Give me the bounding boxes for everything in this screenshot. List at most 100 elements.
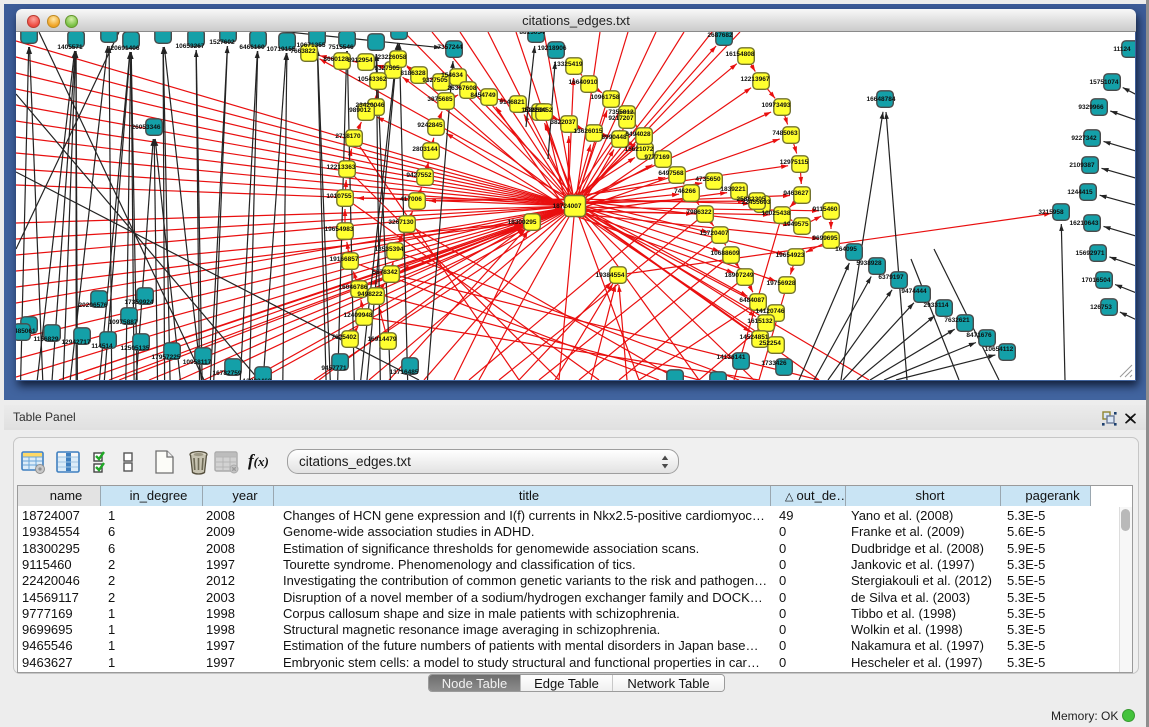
- svg-text:12942717: 12942717: [62, 339, 91, 346]
- svg-text:6497568: 6497568: [658, 170, 684, 177]
- svg-text:6466160: 6466160: [239, 44, 265, 51]
- svg-text:6379197: 6379197: [878, 274, 904, 281]
- svg-text:3267130: 3267130: [388, 219, 414, 226]
- svg-text:3875685: 3875685: [427, 96, 453, 103]
- svg-text:2933114: 2933114: [924, 302, 949, 309]
- svg-text:15751074: 15751074: [1090, 79, 1119, 86]
- svg-text:14136141: 14136141: [717, 354, 746, 361]
- svg-text:12213967: 12213967: [741, 76, 770, 83]
- svg-text:8186328: 8186328: [400, 70, 426, 77]
- svg-text:9327505: 9327505: [374, 65, 400, 72]
- svg-text:10961758: 10961758: [591, 94, 620, 101]
- svg-text:16914479: 16914479: [368, 336, 397, 343]
- svg-text:1949575: 1949575: [783, 221, 809, 228]
- svg-text:9115460: 9115460: [813, 206, 838, 213]
- svg-text:10688609: 10688609: [711, 250, 740, 257]
- svg-text:16640910: 16640910: [569, 79, 598, 86]
- svg-text:11124: 11124: [1113, 46, 1131, 53]
- svg-text:10653267: 10653267: [176, 43, 205, 50]
- svg-text:17957225: 17957225: [152, 354, 181, 361]
- svg-text:7625402: 7625402: [331, 334, 357, 341]
- svg-text:2485061: 2485061: [16, 328, 36, 335]
- svg-text:8990448: 8990448: [601, 134, 627, 141]
- svg-text:10975887: 10975887: [109, 319, 138, 326]
- svg-text:13626015: 13626015: [574, 128, 603, 135]
- svg-text:26053346: 26053346: [132, 124, 161, 131]
- svg-text:7986322: 7986322: [686, 209, 712, 216]
- svg-text:989012: 989012: [349, 107, 371, 114]
- svg-text:164095: 164095: [835, 246, 857, 253]
- svg-text:10654112: 10654112: [985, 346, 1014, 353]
- svg-text:23226058: 23226058: [378, 54, 407, 61]
- svg-text:746266: 746266: [674, 188, 696, 195]
- svg-text:8912954: 8912954: [347, 57, 373, 64]
- svg-text:20691406: 20691406: [111, 45, 140, 52]
- svg-text:12923468: 12923468: [243, 378, 272, 380]
- svg-text:8813054: 8813054: [519, 32, 545, 36]
- svg-text:26367608: 26367608: [448, 85, 477, 92]
- svg-text:12409948: 12409948: [344, 312, 373, 319]
- svg-text:13535394: 13535394: [375, 246, 404, 253]
- svg-text:126753: 126753: [1090, 304, 1112, 311]
- svg-text:9699695: 9699695: [812, 235, 838, 242]
- svg-text:2687682: 2687682: [707, 32, 733, 39]
- svg-text:252254: 252254: [759, 340, 781, 347]
- svg-text:16648784: 16648784: [867, 96, 896, 103]
- svg-text:8660128: 8660128: [323, 56, 349, 63]
- svg-text:13325419: 13325419: [554, 61, 583, 68]
- svg-text:3822037: 3822037: [550, 119, 576, 126]
- svg-text:16033809: 16033809: [381, 32, 410, 33]
- svg-text:12975115: 12975115: [780, 159, 809, 166]
- svg-text:15720407: 15720407: [700, 230, 729, 237]
- svg-text:9329966: 9329966: [1078, 104, 1104, 111]
- svg-text:9427552: 9427552: [406, 172, 432, 179]
- svg-text:4735650: 4735650: [695, 176, 721, 183]
- svg-text:9474444: 9474444: [901, 288, 927, 295]
- svg-text:19756928: 19756928: [767, 280, 796, 287]
- svg-text:13716485: 13716485: [390, 369, 419, 376]
- svg-text:16046786: 16046786: [339, 284, 368, 291]
- svg-text:1733426: 1733426: [761, 360, 787, 367]
- svg-text:16210643: 16210643: [1070, 220, 1099, 227]
- svg-text:14120746: 14120746: [756, 308, 785, 315]
- svg-text:7357244: 7357244: [437, 44, 463, 51]
- svg-text:10973493: 10973493: [762, 102, 791, 109]
- svg-text:5878342: 5878342: [372, 269, 398, 276]
- svg-text:9457771: 9457771: [321, 365, 347, 372]
- svg-text:16782759: 16782759: [213, 370, 242, 377]
- svg-text:15692971: 15692971: [1076, 250, 1105, 257]
- svg-text:8454749: 8454749: [470, 92, 496, 99]
- svg-text:417006: 417006: [400, 196, 422, 203]
- svg-text:3215958: 3215958: [1038, 209, 1064, 216]
- svg-text:114514: 114514: [91, 343, 113, 350]
- svg-text:6484087: 6484087: [739, 297, 765, 304]
- svg-text:1010755: 1010755: [326, 193, 352, 200]
- svg-text:20206576: 20206576: [79, 302, 108, 309]
- svg-text:1244415: 1244415: [1067, 189, 1093, 196]
- svg-text:9227342: 9227342: [1071, 135, 1097, 142]
- svg-text:154634: 154634: [441, 72, 463, 79]
- svg-text:10958117: 10958117: [183, 359, 212, 366]
- svg-text:2718170: 2718170: [335, 133, 361, 140]
- svg-text:10228452: 10228452: [524, 107, 553, 114]
- svg-text:18300295: 18300295: [508, 219, 537, 226]
- svg-text:9463627: 9463627: [783, 190, 809, 197]
- svg-text:1839221: 1839221: [720, 186, 746, 193]
- svg-text:2803144: 2803144: [412, 146, 438, 153]
- svg-text:7632621: 7632621: [944, 317, 970, 324]
- svg-text:19654983: 19654983: [325, 226, 354, 233]
- svg-text:6494028: 6494028: [625, 131, 651, 138]
- svg-text:9146821: 9146821: [499, 99, 525, 106]
- svg-text:1156829: 1156829: [34, 336, 59, 343]
- svg-text:19654923: 19654923: [776, 252, 805, 259]
- svg-text:16154808: 16154808: [726, 51, 755, 58]
- svg-text:19384554: 19384554: [596, 272, 625, 279]
- svg-text:1405571: 1405571: [57, 44, 83, 51]
- svg-text:17359924: 17359924: [125, 299, 154, 306]
- svg-text:7663822: 7663822: [290, 48, 316, 55]
- svg-text:12505135: 12505135: [121, 345, 150, 352]
- svg-text:2109387: 2109387: [1069, 162, 1095, 169]
- svg-text:12213363: 12213363: [327, 164, 356, 171]
- svg-text:18907249: 18907249: [725, 272, 754, 279]
- svg-text:8471676: 8471676: [966, 332, 992, 339]
